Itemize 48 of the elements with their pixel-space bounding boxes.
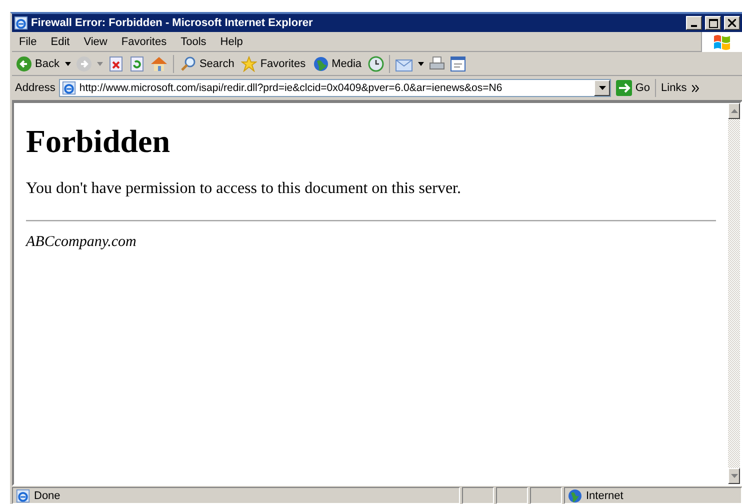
printer-icon[interactable] (428, 56, 445, 72)
search-icon (180, 56, 196, 72)
menu-item[interactable]: Favorites (114, 36, 174, 48)
down-arrow-icon (730, 474, 738, 478)
menu-item[interactable]: Help (213, 36, 250, 48)
server-signature: ABCcompany.com (26, 234, 138, 251)
scrollbar[interactable] (728, 103, 740, 484)
back-button[interactable]: Back (15, 56, 60, 72)
close-button[interactable] (724, 16, 740, 30)
page-heading: Forbidden (26, 123, 172, 160)
menu-item[interactable]: Edit (44, 36, 77, 48)
up-arrow-icon (730, 109, 738, 113)
globe-icon (312, 56, 329, 72)
address-label: Address (15, 82, 56, 94)
search-button[interactable]: Search (179, 56, 236, 72)
status-text: Done (34, 490, 60, 502)
favorites-button[interactable]: Favorites (240, 56, 307, 72)
dropdown-icon[interactable] (65, 62, 72, 66)
edit-icon[interactable] (450, 56, 466, 72)
error-message: You don't have permission to access to this document on this server. (26, 180, 462, 198)
menu-item[interactable]: File (12, 36, 44, 48)
globe-icon (568, 488, 582, 502)
zone-text: Internet (586, 490, 624, 502)
page-icon (16, 488, 30, 502)
chevron-icon[interactable] (692, 84, 699, 92)
dropdown-icon[interactable] (418, 62, 424, 66)
history-icon[interactable] (368, 56, 384, 72)
menu-item[interactable]: View (76, 36, 114, 48)
browser-icon (14, 16, 28, 30)
stop-icon[interactable] (108, 56, 124, 72)
go-arrow-icon (616, 80, 632, 96)
scroll-up-button[interactable] (728, 103, 740, 119)
menu-item[interactable]: Tools (174, 36, 214, 48)
links-button[interactable]: Links (660, 82, 688, 94)
scroll-down-button[interactable] (728, 468, 740, 484)
refresh-icon[interactable] (129, 56, 146, 72)
go-button[interactable]: Go (615, 80, 652, 96)
window-title: Firewall Error: Forbidden - Microsoft Internet Explorer (31, 17, 314, 29)
star-icon (241, 56, 258, 72)
minimize-button[interactable] (686, 16, 702, 30)
maximize-button[interactable] (705, 16, 721, 30)
maximize-icon (708, 18, 718, 28)
caret-icon (598, 86, 606, 90)
address-field[interactable]: http://www.microsoft.com/isapi/redir.dll?prd=ie&clcid=0x0409&pver=6.0&ar=ienews&os=N6 (59, 79, 612, 97)
close-icon (728, 19, 736, 27)
page-icon (62, 81, 76, 95)
media-button[interactable]: Media (312, 56, 363, 72)
dropdown-button[interactable] (594, 80, 610, 96)
